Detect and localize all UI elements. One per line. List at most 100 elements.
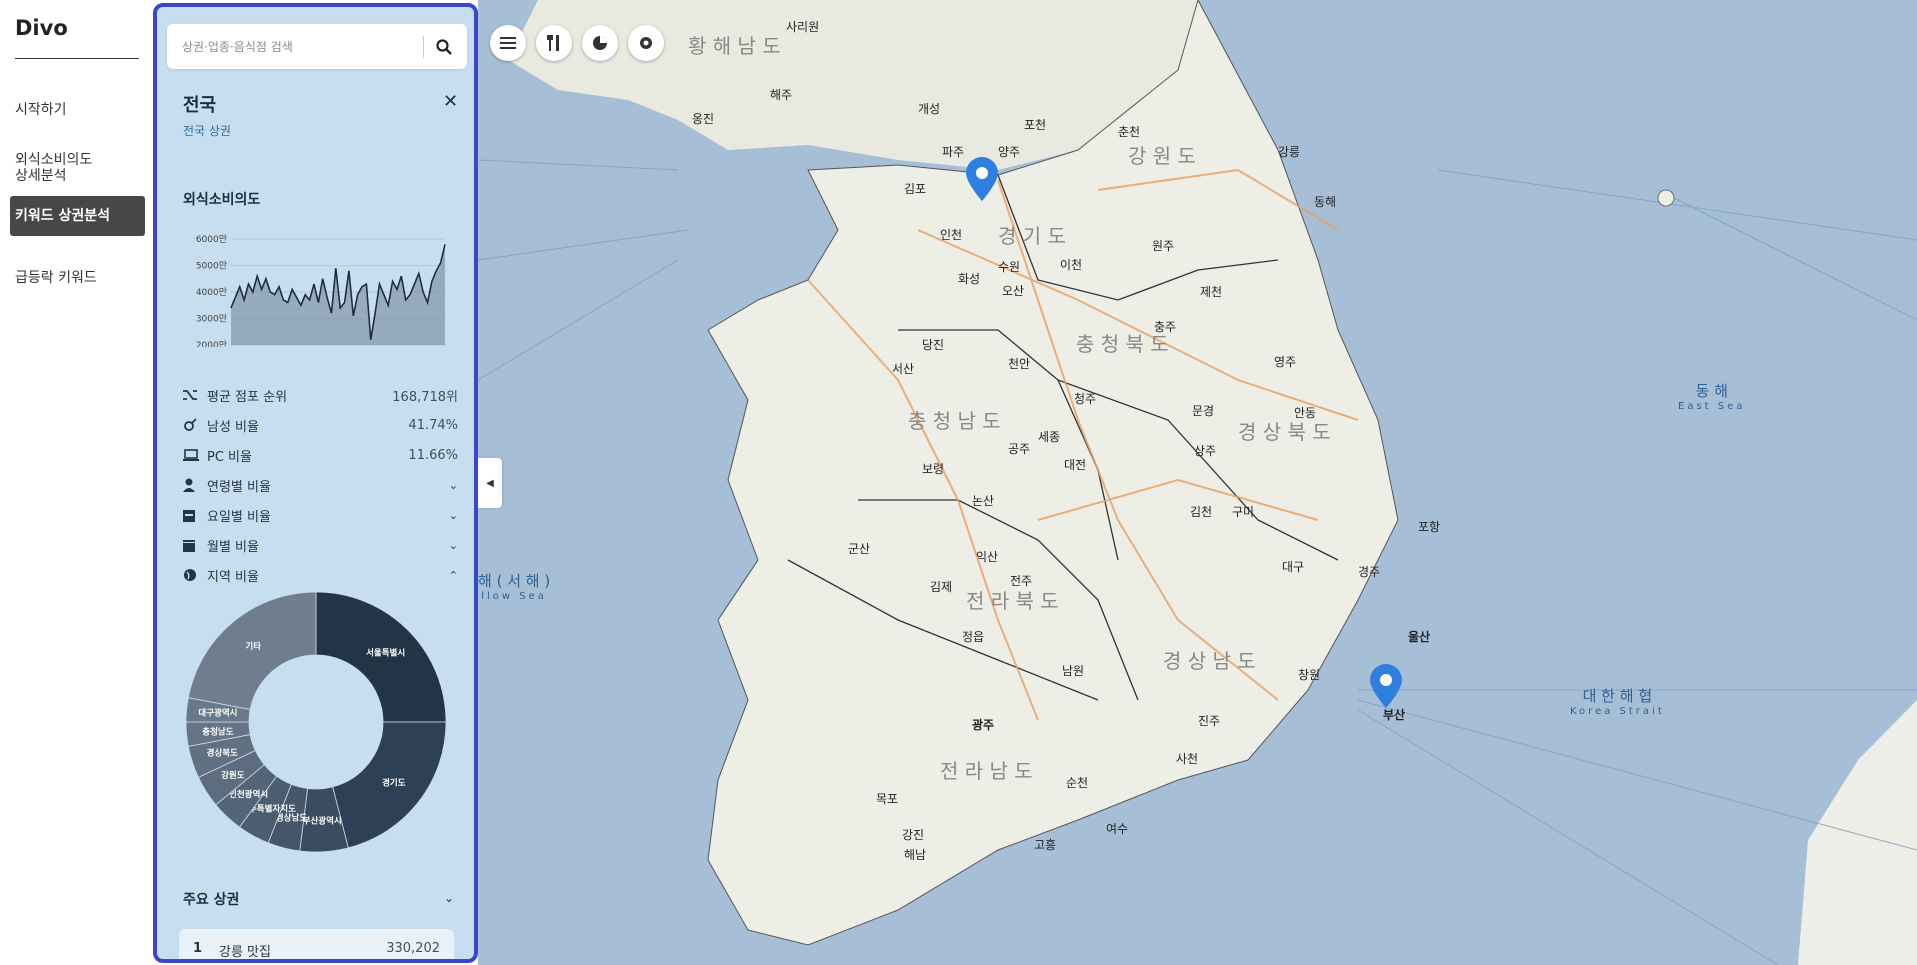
map-label-city: 대구 [1282, 560, 1305, 574]
map-label-city: 해남 [904, 848, 927, 862]
main-districts-title: 주요 상권 [183, 892, 240, 908]
map-label-city: 오산 [1002, 284, 1025, 298]
map-label-city: 당진 [922, 338, 945, 352]
brand-divider [15, 58, 139, 59]
y-tick-label: 2000만 [196, 340, 227, 347]
chevron-down-icon[interactable]: ⌄ [449, 509, 458, 522]
map-label-city: 전주 [1010, 574, 1033, 588]
japan-land [1798, 700, 1917, 965]
map-label-city: 해주 [770, 88, 793, 102]
pie-slice-label: 부산광역시 [303, 815, 342, 826]
gear-icon [640, 37, 652, 49]
stat-row: 평균 점포 순위 168,718위 [183, 385, 458, 405]
map-label-city: 보령 [922, 462, 945, 476]
list-item[interactable]: 1 강릉 맛집 330,202 [179, 929, 454, 960]
map-label-city: 개성 [918, 102, 941, 116]
map-label-city: 구미 [1232, 505, 1255, 519]
settings-button[interactable] [628, 25, 664, 61]
chevron-left-icon: ◀ [486, 477, 494, 489]
map-label-city: 옹진 [692, 112, 715, 126]
collapse-panel-button[interactable]: ◀ [478, 458, 502, 508]
map-label-city: 진주 [1198, 714, 1221, 728]
pie-slice-label: 기타 [245, 641, 261, 652]
globe-icon [183, 568, 203, 582]
stat-row[interactable]: 연령별 비율 ⌄ [183, 475, 458, 495]
map-label-city: 여수 [1106, 822, 1129, 836]
map-view[interactable]: 황 해 남 도 강 원 도 경 기 도 충 청 북 도 충 청 남 도 경 상 … [478, 0, 1917, 965]
region-title: 전국 [183, 95, 217, 116]
y-tick-label: 3000만 [196, 314, 227, 325]
side-nav: Divo 시작하기 외식소비의도 상세분석 키워드 상권분석 급등락 키워드 [0, 0, 152, 965]
map-label-city: 김제 [930, 580, 953, 594]
y-tick-label: 6000만 [196, 234, 227, 245]
map-label-city: 강진 [902, 828, 925, 842]
map-label-city: 영주 [1274, 355, 1297, 369]
stat-label: 평균 점포 순위 [207, 389, 288, 405]
map-label-province: 경 상 북 도 [1238, 420, 1331, 444]
nav-item-trending-keywords[interactable]: 급등락 키워드 [10, 264, 145, 292]
map-label-city: 창원 [1298, 668, 1321, 682]
map-label-sea-west: 해 ( 서 해 ) llow Sea [478, 572, 551, 602]
pie-slice-label: 경기도 [382, 777, 406, 788]
pie-chart-icon [593, 36, 607, 50]
brand-logo[interactable]: Divo [15, 16, 68, 40]
spend-intent-title: 외식소비의도 [183, 192, 261, 208]
map-label-city: 강릉 [1278, 145, 1301, 159]
map-label-city: 익산 [976, 550, 999, 564]
map-label-city: 논산 [972, 494, 995, 508]
map-toolbar [490, 25, 664, 61]
map-label-province: 강 원 도 [1128, 144, 1196, 168]
map-label-city: 춘천 [1118, 125, 1141, 139]
map-label-city: 동해 [1314, 195, 1337, 209]
gender-icon [183, 418, 203, 432]
map-label-city: 정읍 [962, 630, 985, 644]
map-label-city: 남원 [1062, 664, 1085, 678]
chevron-down-icon[interactable]: ⌄ [449, 479, 458, 492]
nav-item-start[interactable]: 시작하기 [10, 96, 145, 124]
stat-row[interactable]: 요일별 비율 ⌄ [183, 505, 458, 525]
map-pin-icon[interactable] [1366, 662, 1406, 710]
nav-item-keyword-analysis[interactable]: 키워드 상권분석 [10, 196, 145, 236]
map-label-city: 이천 [1060, 258, 1083, 272]
stat-row[interactable]: 월별 비율 ⌄ [183, 535, 458, 555]
close-icon[interactable]: ✕ [443, 91, 458, 112]
stat-label: 요일별 비율 [207, 509, 271, 525]
pie-slice-label: 경상북도 [207, 747, 238, 758]
row-rank: 1 [193, 941, 203, 956]
region-donut-chart: 서울특별시경기도부산광역시경상남도제주특별자치도인천광역시강원도경상북도충청남도… [185, 591, 447, 853]
search-button[interactable] [429, 33, 459, 61]
map-pin-icon[interactable] [962, 155, 1002, 203]
map-label-city: 사천 [1176, 752, 1199, 766]
stat-value: 41.74% [408, 417, 458, 433]
map-canvas [478, 0, 1917, 965]
stat-row[interactable]: 지역 비율 ⌃ [183, 565, 458, 585]
spend-line-chart: 6000만 5000만 4000만 3000만 2000만 [196, 234, 446, 347]
map-label-province: 경 상 남 도 [1163, 649, 1256, 673]
chevron-down-icon[interactable]: ⌄ [444, 891, 454, 905]
chevron-down-icon[interactable]: ⌄ [449, 539, 458, 552]
map-label-city: 청주 [1074, 392, 1097, 406]
utensils-icon [547, 35, 559, 51]
restaurant-button[interactable] [536, 25, 572, 61]
side-panel: 전국 ✕ 전국 상권 외식소비의도 6000만 5000만 4000만 3000만 20… [153, 3, 478, 963]
row-value: 330,202 [386, 941, 440, 956]
map-label-city: 경주 [1358, 565, 1381, 579]
map-label-city: 원주 [1152, 239, 1175, 253]
map-label-city: 대전 [1064, 458, 1087, 472]
search-input[interactable] [167, 24, 417, 69]
map-label-city: 세종 [1038, 430, 1061, 444]
person-icon [183, 478, 203, 492]
map-label-city: 화성 [958, 272, 981, 286]
menu-button[interactable] [490, 25, 526, 61]
nav-item-detail-analysis[interactable]: 외식소비의도 상세분석 [10, 146, 145, 190]
map-label-city: 파주 [942, 145, 965, 159]
row-name: 강릉 맛집 [219, 945, 271, 960]
map-label-city: 포천 [1024, 118, 1047, 132]
map-label-city: 서산 [892, 362, 915, 376]
search-box [167, 24, 467, 69]
pie-slice-label: 대구광역시 [198, 708, 237, 719]
chart-button[interactable] [582, 25, 618, 61]
stat-label: 월별 비율 [207, 539, 259, 555]
chevron-up-icon[interactable]: ⌃ [449, 569, 458, 582]
y-tick-label: 4000만 [196, 287, 227, 298]
